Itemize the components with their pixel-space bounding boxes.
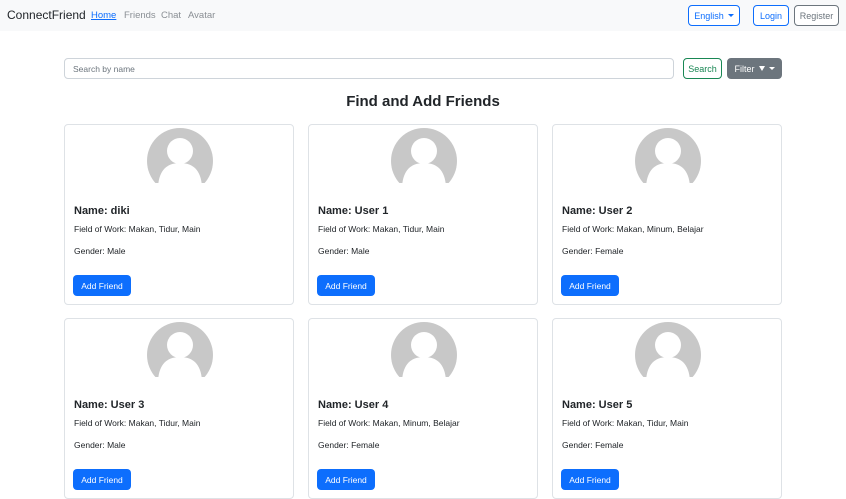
caret-down-icon	[727, 14, 734, 17]
friend-card: Name: User 4 Field of Work: Makan, Minum…	[308, 318, 538, 499]
search-input[interactable]	[64, 58, 674, 79]
default-avatar-icon	[634, 321, 702, 377]
friend-card: Name: User 1 Field of Work: Makan, Tidur…	[308, 124, 538, 305]
friend-field-of-work: Field of Work: Makan, Minum, Belajar	[562, 224, 704, 234]
login-button[interactable]: Login	[753, 5, 789, 26]
friend-name: Name: User 4	[318, 399, 389, 411]
default-avatar-icon	[390, 127, 458, 183]
friend-name: Name: User 1	[318, 205, 389, 217]
navbar: ConnectFriend Home Friends Chat Avatar E…	[0, 0, 846, 31]
add-friend-button[interactable]: Add Friend	[561, 275, 619, 296]
friend-name: Name: diki	[74, 205, 130, 217]
add-friend-button[interactable]: Add Friend	[73, 469, 131, 490]
nav-link-friends[interactable]: Friends	[124, 10, 156, 21]
friend-card: Name: User 3 Field of Work: Makan, Tidur…	[64, 318, 294, 499]
filter-funnel-icon	[758, 66, 765, 71]
filter-dropdown[interactable]: Filter	[727, 58, 782, 79]
friend-field-of-work: Field of Work: Makan, Tidur, Main	[318, 224, 445, 234]
add-friend-button[interactable]: Add Friend	[73, 275, 131, 296]
friend-gender: Gender: Female	[318, 440, 380, 450]
friend-gender: Gender: Male	[74, 440, 126, 450]
friend-gender: Gender: Male	[318, 246, 370, 256]
friend-field-of-work: Field of Work: Makan, Tidur, Main	[74, 418, 201, 428]
friend-name: Name: User 5	[562, 399, 633, 411]
friend-card: Name: diki Field of Work: Makan, Tidur, …	[64, 124, 294, 305]
nav-link-home[interactable]: Home	[91, 10, 116, 21]
language-label: English	[694, 10, 724, 21]
default-avatar-icon	[146, 127, 214, 183]
friend-gender: Gender: Female	[562, 246, 624, 256]
friend-card: Name: User 2 Field of Work: Makan, Minum…	[552, 124, 782, 305]
friend-field-of-work: Field of Work: Makan, Tidur, Main	[562, 418, 689, 428]
friend-field-of-work: Field of Work: Makan, Tidur, Main	[74, 224, 201, 234]
add-friend-button[interactable]: Add Friend	[561, 469, 619, 490]
default-avatar-icon	[146, 321, 214, 377]
add-friend-button[interactable]: Add Friend	[317, 469, 375, 490]
friend-card: Name: User 5 Field of Work: Makan, Tidur…	[552, 318, 782, 499]
brand-logo[interactable]: ConnectFriend	[7, 8, 86, 22]
add-friend-button[interactable]: Add Friend	[317, 275, 375, 296]
friend-name: Name: User 2	[562, 205, 633, 217]
register-button[interactable]: Register	[794, 5, 839, 26]
filter-label: Filter	[734, 63, 755, 74]
friend-gender: Gender: Male	[74, 246, 126, 256]
friend-field-of-work: Field of Work: Makan, Minum, Belajar	[318, 418, 460, 428]
nav-link-chat[interactable]: Chat	[161, 10, 181, 21]
default-avatar-icon	[634, 127, 702, 183]
nav-link-avatar[interactable]: Avatar	[188, 10, 215, 21]
search-button[interactable]: Search	[683, 58, 722, 79]
friend-name: Name: User 3	[74, 399, 145, 411]
language-dropdown[interactable]: English	[688, 5, 740, 26]
page-title: Find and Add Friends	[346, 93, 500, 110]
caret-down-icon	[768, 67, 775, 70]
friend-gender: Gender: Female	[562, 440, 624, 450]
default-avatar-icon	[390, 321, 458, 377]
